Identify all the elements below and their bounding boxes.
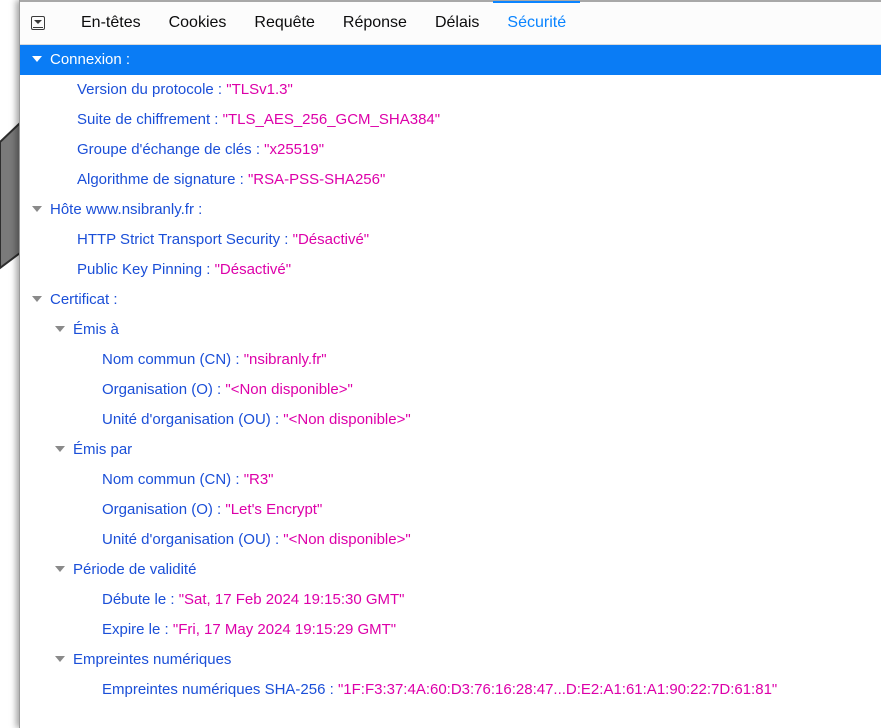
tab-request[interactable]: Requête [240, 3, 329, 43]
row-key: Expire le : [102, 621, 173, 638]
row-key: Groupe d'échange de clés : [77, 141, 265, 158]
row-value: "nsibranly.fr" [243, 351, 327, 368]
row-value: "RSA-PSS-SHA256" [247, 171, 386, 188]
subsection-validity[interactable]: Période de validité [20, 555, 881, 585]
signature-algorithm-row[interactable]: Algorithme de signature : "RSA-PSS-SHA25… [20, 165, 881, 195]
tab-response[interactable]: Réponse [329, 3, 421, 43]
validity-expires-row[interactable]: Expire le : "Fri, 17 May 2024 19:15:29 G… [20, 615, 881, 645]
expand-arrow-icon[interactable] [55, 656, 65, 663]
row-key: Débute le : [102, 591, 179, 608]
expand-arrow-icon[interactable] [55, 326, 65, 333]
section-host[interactable]: Hôte www.nsibranly.fr : [20, 195, 881, 225]
fingerprint-sha256-row[interactable]: Empreintes numériques SHA-256 : "1F:F3:3… [20, 675, 881, 705]
row-value: "Sat, 17 Feb 2024 19:15:30 GMT" [178, 591, 405, 608]
row-value: "Désactivé" [214, 261, 292, 278]
section-label: Émis par [73, 441, 133, 458]
hsts-row[interactable]: HTTP Strict Transport Security : "Désact… [20, 225, 881, 255]
section-label: Hôte www.nsibranly.fr : [50, 201, 203, 218]
section-connexion[interactable]: Connexion : [20, 45, 881, 75]
subsection-fingerprints[interactable]: Empreintes numériques [20, 645, 881, 675]
row-key: Nom commun (CN) : [102, 351, 244, 368]
cipher-suite-row[interactable]: Suite de chiffrement : "TLS_AES_256_GCM_… [20, 105, 881, 135]
row-value: "TLSv1.3" [226, 81, 293, 98]
issued-to-o-row[interactable]: Organisation (O) : "<Non disponible>" [20, 375, 881, 405]
protocol-version-row[interactable]: Version du protocole : "TLSv1.3" [20, 75, 881, 105]
row-key: Nom commun (CN) : [102, 471, 244, 488]
issued-to-cn-row[interactable]: Nom commun (CN) : "nsibranly.fr" [20, 345, 881, 375]
row-key: Organisation (O) : [102, 381, 226, 398]
tab-headers[interactable]: En-têtes [67, 3, 155, 43]
section-label: Certificat : [50, 291, 118, 308]
section-label: Empreintes numériques [73, 651, 232, 668]
issued-by-cn-row[interactable]: Nom commun (CN) : "R3" [20, 465, 881, 495]
expand-arrow-icon[interactable] [32, 56, 42, 63]
security-tree: Connexion : Version du protocole : "TLSv… [20, 45, 881, 705]
section-label: Connexion : [50, 51, 131, 68]
row-value: "<Non disponible>" [283, 411, 411, 428]
row-key: Empreintes numériques SHA-256 : [102, 681, 338, 698]
row-value: "<Non disponible>" [283, 531, 411, 548]
row-value: "TLS_AES_256_GCM_SHA384" [222, 111, 441, 128]
section-label: Émis à [73, 321, 119, 338]
row-key: Organisation (O) : [102, 501, 226, 518]
tab-bar: En-têtes Cookies Requête Réponse Délais … [20, 0, 881, 45]
tab-cookies[interactable]: Cookies [155, 3, 241, 43]
key-exchange-group-row[interactable]: Groupe d'échange de clés : "x25519" [20, 135, 881, 165]
row-value: "Fri, 17 May 2024 19:15:29 GMT" [172, 621, 397, 638]
issued-by-o-row[interactable]: Organisation (O) : "Let's Encrypt" [20, 495, 881, 525]
expand-arrow-icon[interactable] [32, 206, 42, 213]
row-value: "x25519" [264, 141, 325, 158]
tab-security[interactable]: Sécurité [493, 1, 580, 43]
row-key: Public Key Pinning : [77, 261, 215, 278]
security-panel: En-têtes Cookies Requête Réponse Délais … [19, 0, 881, 728]
row-key: HTTP Strict Transport Security : [77, 231, 293, 248]
expand-arrow-icon[interactable] [55, 566, 65, 573]
subsection-issued-to[interactable]: Émis à [20, 315, 881, 345]
row-value: "<Non disponible>" [225, 381, 353, 398]
row-value: "1F:F3:37:4A:60:D3:76:16:28:47...D:E2:A1… [337, 681, 778, 698]
row-key: Version du protocole : [77, 81, 227, 98]
row-key: Suite de chiffrement : [77, 111, 223, 128]
issued-to-ou-row[interactable]: Unité d'organisation (OU) : "<Non dispon… [20, 405, 881, 435]
expand-arrow-icon[interactable] [55, 446, 65, 453]
row-value: "Désactivé" [292, 231, 370, 248]
row-key: Unité d'organisation (OU) : [102, 531, 284, 548]
row-key: Unité d'organisation (OU) : [102, 411, 284, 428]
row-value: "Let's Encrypt" [225, 501, 323, 518]
validity-begins-row[interactable]: Débute le : "Sat, 17 Feb 2024 19:15:30 G… [20, 585, 881, 615]
section-label: Période de validité [73, 561, 197, 578]
row-value: "R3" [243, 471, 274, 488]
hpkp-row[interactable]: Public Key Pinning : "Désactivé" [20, 255, 881, 285]
issued-by-ou-row[interactable]: Unité d'organisation (OU) : "<Non dispon… [20, 525, 881, 555]
subsection-issued-by[interactable]: Émis par [20, 435, 881, 465]
collapse-panel-icon[interactable] [31, 16, 45, 30]
row-key: Algorithme de signature : [77, 171, 248, 188]
expand-arrow-icon[interactable] [32, 296, 42, 303]
section-certificate[interactable]: Certificat : [20, 285, 881, 315]
tab-timings[interactable]: Délais [421, 3, 493, 43]
